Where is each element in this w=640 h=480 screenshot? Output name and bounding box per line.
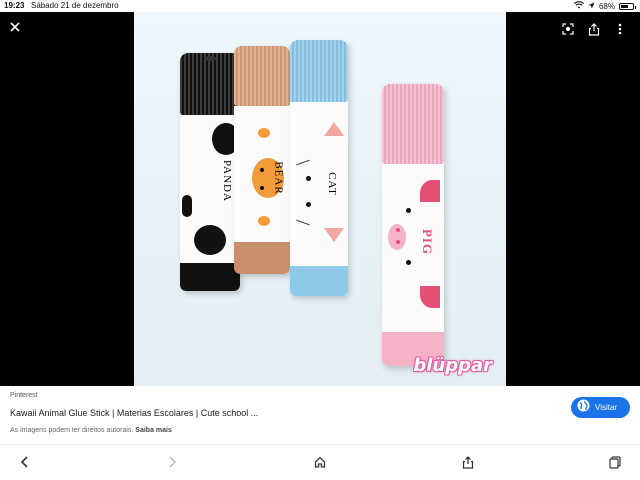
back-icon[interactable] bbox=[17, 454, 33, 470]
battery-level bbox=[621, 4, 628, 8]
status-date: Sábado 21 de dezembro bbox=[31, 1, 119, 10]
notice-text: As imagens podem ter direitos autorais. bbox=[10, 427, 134, 434]
visit-label: Visitar bbox=[595, 403, 618, 412]
globe-icon bbox=[577, 399, 590, 417]
bottom-toolbar bbox=[0, 445, 640, 480]
screen: 19:23 Sábado 21 de dezembro 68% PANDA BE… bbox=[0, 0, 640, 480]
share-icon[interactable] bbox=[460, 454, 476, 470]
product-image[interactable]: PANDA BEAR CAT PIG blüppar bbox=[134, 12, 506, 386]
status-time: 19:23 bbox=[4, 1, 25, 10]
wifi-icon bbox=[574, 1, 584, 11]
image-viewer[interactable]: PANDA BEAR CAT PIG blüppar bbox=[0, 12, 640, 386]
visit-button[interactable]: Visitar bbox=[571, 397, 630, 418]
status-indicators: 68% bbox=[574, 1, 636, 11]
bear-glue-stick: BEAR bbox=[234, 46, 290, 274]
pig-label: PIG bbox=[420, 228, 436, 256]
source-name[interactable]: Pinterest bbox=[10, 392, 38, 399]
panda-glue-stick: PANDA bbox=[180, 53, 240, 291]
cat-glue-stick: CAT bbox=[290, 40, 348, 296]
watermark-logo: blüppar bbox=[413, 355, 492, 376]
close-icon[interactable] bbox=[6, 18, 24, 36]
result-title[interactable]: Kawaii Animal Glue Stick | Materias Esco… bbox=[10, 408, 258, 418]
status-bar: 19:23 Sábado 21 de dezembro 68% bbox=[0, 0, 640, 12]
home-icon[interactable] bbox=[312, 454, 328, 470]
panda-label: PANDA bbox=[220, 160, 233, 202]
location-arrow-icon bbox=[588, 2, 595, 11]
cat-label: CAT bbox=[325, 172, 338, 196]
result-info: Pinterest Kawaii Animal Glue Stick | Mat… bbox=[0, 386, 640, 444]
more-vertical-icon[interactable] bbox=[611, 20, 629, 38]
battery-percent: 68% bbox=[598, 1, 615, 11]
copyright-notice: As imagens podem ter direitos autorais. … bbox=[10, 427, 172, 434]
learn-more-link[interactable]: Saiba mais bbox=[135, 427, 172, 434]
pig-glue-stick: PIG bbox=[382, 84, 444, 366]
share-icon[interactable] bbox=[585, 20, 603, 38]
forward-icon[interactable] bbox=[164, 454, 180, 470]
bear-label: BEAR bbox=[272, 161, 285, 195]
battery-icon bbox=[619, 2, 636, 10]
tabs-icon[interactable] bbox=[607, 454, 623, 470]
lens-icon[interactable] bbox=[559, 20, 577, 38]
